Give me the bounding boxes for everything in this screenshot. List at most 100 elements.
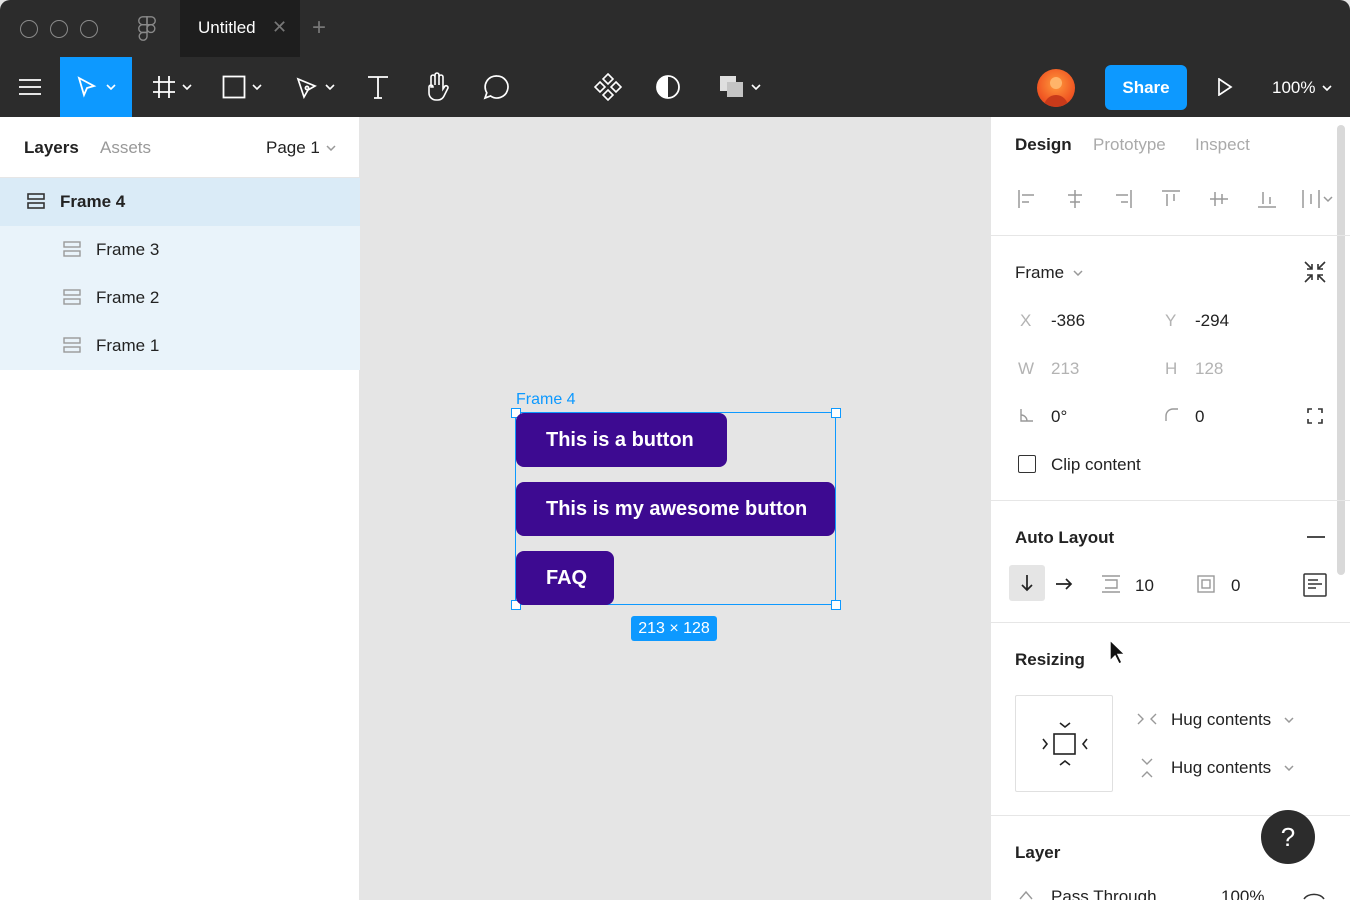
clip-content-checkbox[interactable] [1018,455,1036,473]
pen-tool-button[interactable] [288,57,342,117]
w-input[interactable]: 213 [1051,359,1079,379]
spacing-input[interactable]: 10 [1135,576,1154,596]
layer-row-frame-3[interactable]: Frame 3 [0,226,360,274]
arrow-right-icon[interactable] [1055,577,1073,591]
layer-row-frame-2[interactable]: Frame 2 [0,274,360,322]
toolbar: Share 100% [0,57,1350,117]
alignment-settings-icon[interactable] [1303,573,1327,597]
frame-tool-button[interactable] [145,57,199,117]
rotation-angle-icon [1020,409,1033,422]
comment-tool-button[interactable] [477,57,517,117]
layers-panel: Layers Assets Page 1 Frame 4 Frame 3 Fra… [0,117,360,900]
resize-handle-bottom-right[interactable] [831,600,841,610]
share-button[interactable]: Share [1105,65,1187,110]
frame-label[interactable]: Frame 4 [516,391,576,409]
tab-assets[interactable]: Assets [100,138,151,158]
resizing-title: Resizing [1015,650,1085,669]
align-right-icon[interactable] [1113,189,1133,209]
vertical-hug-icon [1141,758,1153,778]
cursor-arrow-icon [77,76,97,98]
corner-radius-input[interactable]: 0 [1195,407,1204,427]
align-left-icon[interactable] [1017,189,1037,209]
design-panel: Design Prototype Inspect Frame X -386 Y … [990,117,1350,900]
zoom-level[interactable]: 100% [1272,78,1315,98]
shape-tool-button[interactable] [215,57,269,117]
rectangle-icon [222,75,246,99]
hand-icon [428,72,449,101]
canvas-button-faq[interactable]: FAQ [516,551,614,605]
close-tab-icon[interactable]: ✕ [272,17,287,38]
panel-scrollbar[interactable] [1337,125,1345,575]
text-tool-button[interactable] [358,57,398,117]
x-input[interactable]: -386 [1051,311,1085,331]
visibility-eye-icon[interactable] [1303,891,1325,900]
collapse-arrows-icon[interactable] [1303,260,1327,284]
new-tab-icon[interactable]: + [312,14,326,42]
dimension-badge: 213 × 128 [631,616,717,641]
align-top-icon[interactable] [1161,189,1181,209]
mouse-cursor-icon [1109,638,1126,665]
boolean-union-icon [720,76,743,97]
chevron-down-icon [325,84,335,90]
canvas[interactable]: Frame 4 This is a button This is my awes… [360,117,990,900]
chevron-down-icon[interactable] [1073,270,1083,276]
layer-row-frame-4[interactable]: Frame 4 [0,178,360,226]
resizing-preview[interactable] [1015,695,1113,792]
padding-input[interactable]: 0 [1231,576,1240,596]
distribute-icon[interactable] [1301,189,1333,209]
boolean-operations-button[interactable] [712,57,768,117]
layer-row-frame-1[interactable]: Frame 1 [0,322,360,370]
chevron-down-icon[interactable] [1284,765,1294,771]
horizontal-resizing-select[interactable]: Hug contents [1171,710,1271,730]
y-input[interactable]: -294 [1195,311,1229,331]
divider [991,500,1350,501]
help-button[interactable]: ? [1261,810,1315,864]
chevron-down-icon[interactable] [326,145,336,151]
direction-vertical-button[interactable] [1009,565,1045,601]
tab-inspect[interactable]: Inspect [1195,135,1250,155]
opacity-input[interactable]: 100% [1221,887,1264,900]
play-icon [1218,78,1233,96]
blend-mode-select[interactable]: Pass Through [1051,887,1157,900]
blend-mode-icon [1019,890,1033,900]
document-tab[interactable]: Untitled ✕ [180,0,300,57]
align-bottom-icon[interactable] [1257,189,1277,209]
auto-layout-frame-icon [63,289,81,305]
chevron-down-icon[interactable] [1284,717,1294,723]
close-window-button[interactable] [20,20,38,38]
divider [991,235,1350,236]
remove-minus-icon[interactable] [1307,536,1325,538]
independent-corners-icon[interactable] [1307,408,1323,424]
canvas-button-1[interactable]: This is a button [516,413,727,467]
hand-tool-button[interactable] [417,57,457,117]
zoom-chevron-down-icon[interactable] [1322,85,1332,91]
page-selector[interactable]: Page 1 [266,138,320,158]
minimize-window-button[interactable] [50,20,68,38]
tab-layers[interactable]: Layers [24,138,79,158]
move-tool-button[interactable] [60,57,132,117]
components-button[interactable] [588,57,628,117]
figma-logo-icon[interactable] [137,16,157,42]
user-avatar[interactable] [1037,69,1075,107]
tab-prototype[interactable]: Prototype [1093,135,1166,155]
resize-handle-top-right[interactable] [831,408,841,418]
vertical-resizing-select[interactable]: Hug contents [1171,758,1271,778]
main-menu-button[interactable] [8,57,52,117]
tab-design[interactable]: Design [1015,135,1072,155]
text-icon [368,76,388,99]
present-button[interactable] [1205,57,1245,117]
align-vertical-center-icon[interactable] [1209,189,1229,209]
align-horizontal-center-icon[interactable] [1065,189,1085,209]
arrow-down-icon [1021,575,1033,592]
x-label: X [1020,311,1032,330]
h-input[interactable]: 128 [1195,359,1223,379]
rotation-input[interactable]: 0° [1051,407,1067,427]
layer-name: Frame 3 [96,240,160,259]
comment-bubble-icon [483,75,509,100]
canvas-button-2[interactable]: This is my awesome button [516,482,835,536]
w-label: W [1018,359,1035,378]
mask-button[interactable] [648,57,688,117]
auto-layout-frame-icon [63,337,81,353]
frame-type-selector[interactable]: Frame [1015,263,1064,283]
maximize-window-button[interactable] [80,20,98,38]
